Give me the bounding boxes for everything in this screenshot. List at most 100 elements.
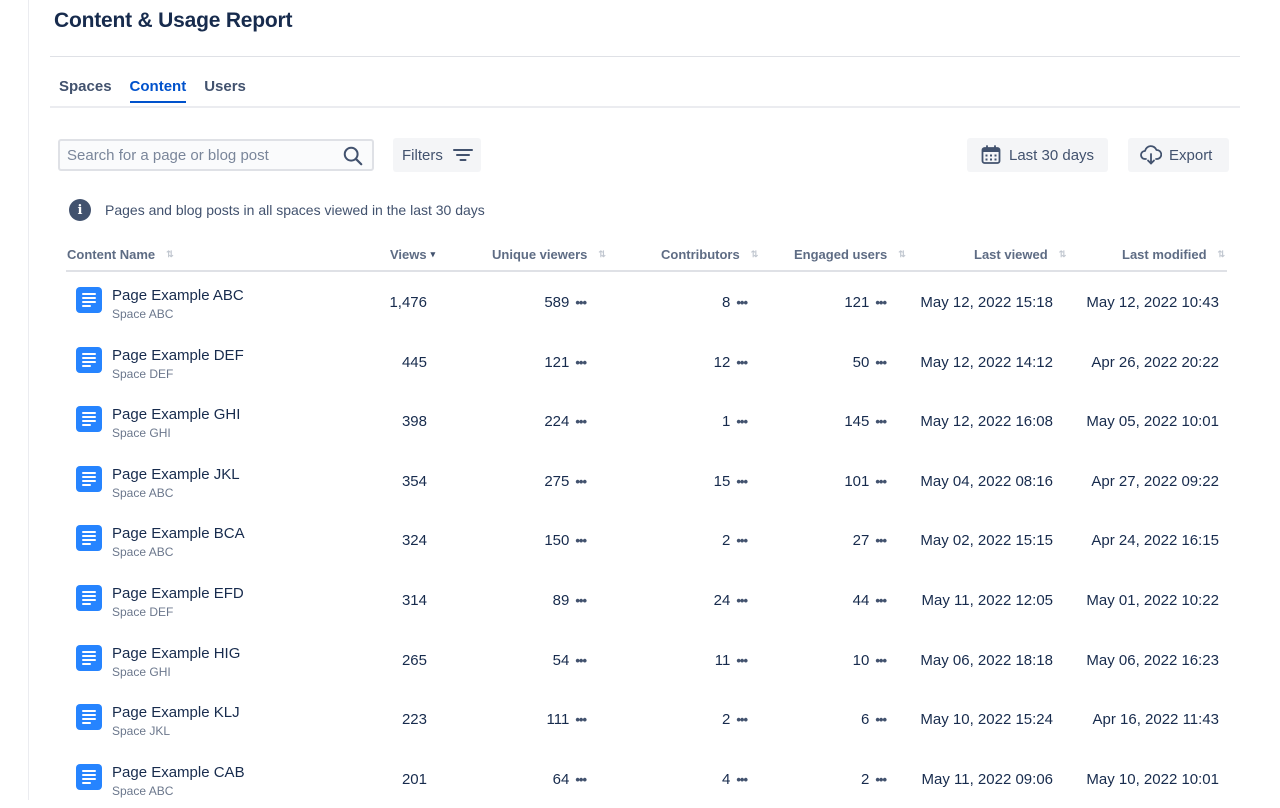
more-horizontal-icon[interactable]: ••• [575, 474, 587, 489]
content-name-link[interactable]: Page Example BCA [112, 525, 245, 542]
last-viewed-value: May 12, 2022 14:12 [920, 353, 1053, 371]
content-space: Space ABC [112, 545, 174, 560]
more-horizontal-icon[interactable]: ••• [875, 772, 887, 787]
report-tabs: Spaces Content Users [59, 78, 264, 103]
search-icon[interactable] [342, 145, 364, 167]
more-horizontal-icon[interactable]: ••• [575, 772, 587, 787]
more-horizontal-icon[interactable]: ••• [736, 593, 748, 608]
last-modified-value: May 01, 2022 10:22 [1086, 591, 1219, 609]
column-header-engaged-users[interactable]: Engaged users ⇅ [794, 247, 906, 262]
more-horizontal-icon[interactable]: ••• [736, 295, 748, 310]
more-horizontal-icon[interactable]: ••• [575, 355, 587, 370]
table-row: Page Example BCA Space ABC 324 150 ••• 2 ••• 27… [0, 510, 1280, 570]
last-viewed-value: May 12, 2022 15:18 [920, 294, 1053, 311]
content-space: Space DEF [112, 366, 174, 381]
views-value: 1,476 [389, 294, 427, 311]
content-space: Space GHI [112, 664, 171, 679]
engaged-users-cell: 27 ••• [852, 532, 887, 550]
content-name-link[interactable]: Page Example CAB [112, 764, 245, 781]
engaged-users-value: 10 [852, 651, 870, 669]
contributors-cell: 4 ••• [722, 771, 748, 788]
more-horizontal-icon[interactable]: ••• [875, 414, 887, 429]
contributors-value: 8 [722, 294, 731, 311]
filters-button[interactable]: Filters [393, 138, 481, 172]
last-viewed-value: May 12, 2022 16:08 [920, 413, 1053, 431]
contributors-cell: 24 ••• [714, 592, 748, 609]
more-horizontal-icon[interactable]: ••• [875, 712, 887, 727]
contributors-value: 2 [722, 711, 731, 729]
engaged-users-value: 27 [852, 532, 870, 550]
more-horizontal-icon[interactable]: ••• [875, 355, 887, 370]
tab-spaces[interactable]: Spaces [59, 78, 112, 103]
content-name-link[interactable]: Page Example EFD [112, 585, 244, 602]
engaged-users-cell: 101 ••• [844, 473, 887, 490]
engaged-users-cell: 50 ••• [853, 354, 887, 371]
engaged-users-value: 6 [861, 711, 870, 729]
views-value: 324 [401, 532, 427, 550]
more-horizontal-icon[interactable]: ••• [575, 593, 587, 608]
engaged-users-value: 44 [852, 591, 870, 609]
more-horizontal-icon[interactable]: ••• [736, 474, 748, 489]
unique-viewers-cell: 224 ••• [544, 413, 587, 431]
column-header-unique-viewers[interactable]: Unique viewers ⇅ [492, 247, 606, 262]
tab-users[interactable]: Users [204, 78, 246, 103]
tab-content[interactable]: Content [129, 78, 187, 103]
content-space: Space ABC [112, 307, 174, 321]
more-horizontal-icon[interactable]: ••• [736, 533, 748, 548]
contributors-cell: 11 ••• [715, 652, 748, 669]
more-horizontal-icon[interactable]: ••• [575, 295, 587, 310]
date-range-button[interactable]: Last 30 days [967, 138, 1108, 172]
more-horizontal-icon[interactable]: ••• [736, 712, 748, 727]
more-horizontal-icon[interactable]: ••• [575, 653, 587, 668]
views-value: 265 [401, 651, 427, 669]
column-header-last-viewed[interactable]: Last viewed ⇅ [974, 247, 1066, 262]
column-header-label: Content Name [67, 247, 156, 262]
page-document-icon [76, 287, 102, 313]
last-modified-value: Apr 16, 2022 11:43 [1092, 711, 1220, 729]
unique-viewers-value: 589 [544, 294, 570, 311]
more-horizontal-icon[interactable]: ••• [875, 295, 887, 310]
content-name-link[interactable]: Page Example DEF [112, 347, 244, 364]
unique-viewers-cell: 54 ••• [553, 652, 587, 669]
page-document-icon [76, 406, 102, 433]
info-icon: i [69, 199, 91, 221]
unique-viewers-cell: 275 ••• [544, 473, 587, 490]
column-header-last-modified[interactable]: Last modified ⇅ [1122, 247, 1225, 262]
more-horizontal-icon[interactable]: ••• [736, 772, 748, 787]
more-horizontal-icon[interactable]: ••• [875, 533, 887, 548]
more-horizontal-icon[interactable]: ••• [875, 653, 887, 668]
more-horizontal-icon[interactable]: ••• [875, 474, 887, 489]
more-horizontal-icon[interactable]: ••• [736, 653, 748, 668]
views-value: 201 [401, 770, 427, 788]
search-input[interactable] [60, 141, 337, 169]
engaged-users-value: 145 [844, 413, 870, 431]
more-horizontal-icon[interactable]: ••• [575, 414, 587, 429]
last-viewed-value: May 10, 2022 15:24 [920, 711, 1053, 729]
more-horizontal-icon[interactable]: ••• [736, 355, 748, 370]
last-viewed-value: May 06, 2022 18:18 [920, 651, 1053, 669]
sort-arrows-icon: ⇅ [166, 249, 174, 259]
unique-viewers-cell: 150 ••• [544, 532, 587, 549]
column-header-label: Unique viewers [492, 247, 588, 262]
contributors-cell: 12 ••• [714, 354, 748, 371]
more-horizontal-icon[interactable]: ••• [575, 533, 587, 548]
page-document-icon [76, 584, 102, 611]
more-horizontal-icon[interactable]: ••• [736, 414, 748, 429]
content-name-link[interactable]: Page Example GHI [112, 406, 240, 423]
more-horizontal-icon[interactable]: ••• [875, 593, 887, 608]
engaged-users-cell: 6 ••• [861, 711, 887, 729]
column-header-contributors[interactable]: Contributors ⇅ [661, 247, 758, 262]
filter-lines-icon [452, 149, 473, 161]
column-header-label: Views [390, 247, 427, 262]
more-horizontal-icon[interactable]: ••• [575, 712, 587, 727]
column-header-content-name[interactable]: Content Name ⇅ [67, 247, 174, 262]
content-name-link[interactable]: Page Example ABC [112, 287, 244, 304]
content-space: Space DEF [112, 604, 174, 619]
content-name-link[interactable]: Page Example HIG [112, 645, 240, 662]
export-button[interactable]: Export [1128, 138, 1229, 172]
engaged-users-cell: 2 ••• [861, 771, 887, 788]
content-name-link[interactable]: Page Example KLJ [112, 704, 240, 721]
column-header-views[interactable]: Views ▾ [390, 247, 435, 262]
content-name-link[interactable]: Page Example JKL [112, 466, 240, 483]
unique-viewers-value: 224 [544, 413, 570, 431]
